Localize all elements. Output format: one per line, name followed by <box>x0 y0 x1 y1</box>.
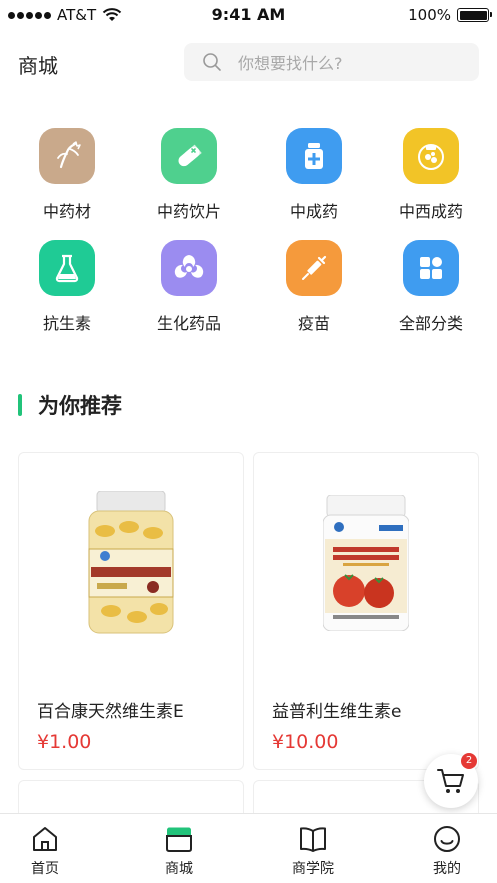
biohazard-icon <box>161 240 217 296</box>
category-antibiotics[interactable]: 抗生素 <box>7 240 127 334</box>
product-name: 益普利生维生素e <box>272 702 402 722</box>
medicine-bottle-icon <box>286 128 342 184</box>
category-label: 中西成药 <box>398 202 463 221</box>
category-label: 疫苗 <box>297 314 330 333</box>
tab-profile[interactable]: 我的 <box>402 824 492 878</box>
product-price: ¥1.00 <box>37 731 92 753</box>
vitamin-e-bottle-image <box>88 491 174 634</box>
cart-icon <box>437 769 464 793</box>
pill-capsule-icon <box>161 128 217 184</box>
battery-status: 100% <box>408 6 492 24</box>
category-vaccines[interactable]: 疫苗 <box>254 240 374 334</box>
syringe-icon <box>286 240 342 296</box>
status-bar: AT&T 9:41 AM 100% <box>0 0 497 30</box>
battery-percent: 100% <box>408 6 451 24</box>
product-image <box>19 453 243 673</box>
search-input[interactable]: 你想要找什么? <box>184 43 479 81</box>
product-name: 百合康天然维生素E <box>37 702 184 722</box>
tab-label: 我的 <box>433 861 461 877</box>
tab-academy[interactable]: 商学院 <box>268 824 358 878</box>
recommend-section-header: 为你推荐 <box>18 390 122 420</box>
grid-icon <box>403 240 459 296</box>
pill-jar-icon <box>403 128 459 184</box>
cart-button[interactable]: 2 <box>424 753 478 808</box>
battery-icon <box>457 8 492 22</box>
category-western-chinese-medicine[interactable]: 中西成药 <box>371 128 491 222</box>
page-title: 商城 <box>18 54 58 78</box>
category-decoction-pieces[interactable]: 中药饮片 <box>129 128 249 222</box>
tab-store[interactable]: 商城 <box>134 824 224 878</box>
tab-label: 首页 <box>31 861 59 877</box>
category-label: 中药饮片 <box>156 202 221 221</box>
home-icon <box>33 827 57 851</box>
category-chinese-patent-medicine[interactable]: 中成药 <box>254 128 374 222</box>
category-herbs[interactable]: 中药材 <box>7 128 127 222</box>
cart-count-badge: 2 <box>461 753 477 769</box>
tab-label: 商学院 <box>292 861 334 877</box>
book-icon <box>300 827 326 852</box>
category-label: 中药材 <box>42 202 91 221</box>
header: 商城 你想要找什么? <box>0 40 497 84</box>
tab-home[interactable]: 首页 <box>0 824 90 878</box>
section-title: 为你推荐 <box>38 394 122 418</box>
smile-icon <box>434 826 460 852</box>
tab-bar: 首页 商城 商学院 我的 <box>0 813 497 883</box>
category-label: 中成药 <box>289 202 338 221</box>
category-label: 全部分类 <box>398 314 463 333</box>
lycopene-bottle-image <box>323 495 409 631</box>
search-placeholder: 你想要找什么? <box>238 54 343 73</box>
flask-icon <box>39 240 95 296</box>
store-icon <box>166 827 192 852</box>
herb-root-icon <box>39 128 95 184</box>
product-card[interactable]: 百合康天然维生素E ¥1.00 <box>18 452 244 770</box>
tab-label: 商城 <box>165 861 193 877</box>
section-accent-bar <box>18 394 22 416</box>
category-biochemical-drugs[interactable]: 生化药品 <box>129 240 249 334</box>
category-all[interactable]: 全部分类 <box>371 240 491 334</box>
search-icon <box>203 53 221 71</box>
product-image <box>254 453 478 673</box>
category-label: 抗生素 <box>42 314 91 333</box>
category-label: 生化药品 <box>156 314 221 333</box>
product-price: ¥10.00 <box>272 731 339 753</box>
product-card[interactable]: 益普利生维生素e ¥10.00 <box>253 452 479 770</box>
